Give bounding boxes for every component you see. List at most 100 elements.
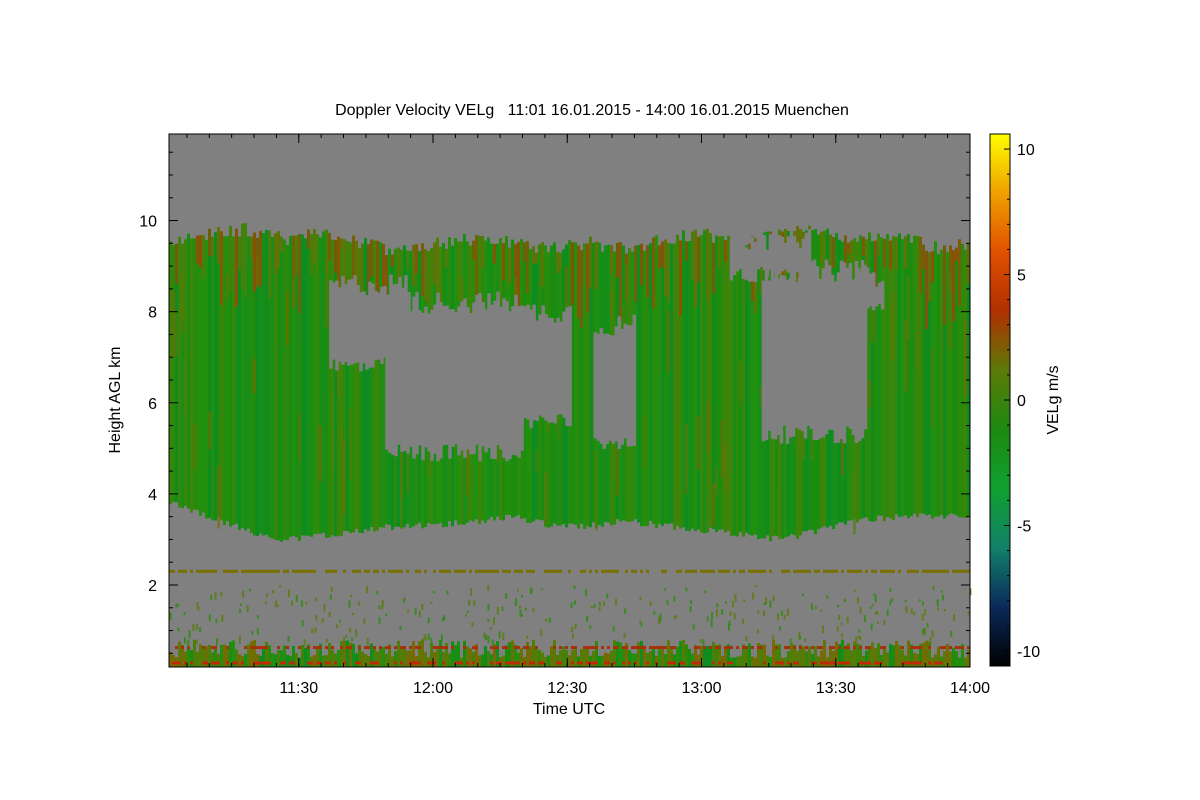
surface-streak [379,646,382,650]
speckle [430,637,433,643]
thin-layer [580,569,583,573]
surface-streak [565,646,568,650]
surface-column [286,654,289,667]
velocity-column [703,229,706,534]
surface-streak [418,646,421,650]
speckle [602,600,605,607]
speckle [466,610,469,613]
surface-column [547,655,550,667]
surface-streak [529,661,532,665]
speckle [690,599,693,605]
surface-streak [328,661,331,665]
speckle [675,615,678,618]
thin-layer [847,569,850,573]
thin-layer [244,569,247,573]
velocity-streak [919,236,922,294]
thin-layer [925,569,928,573]
no-data-gap [786,236,791,273]
surface-streak [205,661,208,665]
thin-layer [607,569,610,573]
velocity-column [913,235,916,514]
no-data-gap [859,272,864,300]
no-data-gap [391,295,395,455]
thin-layer [178,569,181,573]
no-data-gap [773,277,778,440]
no-data-gap [439,301,443,459]
thin-layer [793,569,796,573]
no-data-gap [824,259,829,435]
thin-layer [367,569,370,573]
y-axis-label: Height AGL km [107,346,124,453]
thin-layer [478,569,481,573]
surface-streak [736,646,739,650]
no-data-gap [777,235,782,275]
no-data-gap [789,232,794,280]
surface-streak [331,646,334,650]
thin-layer [508,569,511,573]
no-data-gap [821,268,826,438]
surface-column [295,652,298,667]
velocity-column [658,245,661,524]
speckle [187,639,190,648]
speckle [704,590,707,594]
no-data-gap [436,292,440,462]
colorbar-tick-label: 0 [1017,393,1026,410]
no-data-gap [844,286,849,305]
velocity-streak [577,245,580,318]
surface-streak [640,646,643,650]
thin-layer [856,569,859,573]
no-data-gap [780,236,785,272]
speckle [330,586,333,592]
velocity-streak [646,245,649,298]
speckle [734,594,737,602]
surface-streak [202,646,205,650]
x-tick-label: 12:30 [547,680,587,697]
surface-streak [622,646,625,650]
velocity-column [946,252,949,516]
surface-column [196,651,199,667]
no-data-gap [418,310,422,446]
velocity-streak [847,242,850,254]
speckle [349,627,352,633]
surface-streak [298,646,301,650]
colorbar-tick-label: -10 [1017,644,1040,661]
speckle [649,601,652,606]
no-data-gap [599,400,604,437]
velocity-streak [415,244,418,274]
no-data-gap [767,280,772,431]
surface-streak [226,646,229,650]
speckle [529,587,532,595]
velocity-column [910,242,913,517]
no-data-gap [782,276,787,426]
surface-streak [211,646,214,650]
surface-column [964,657,967,667]
surface-column [451,641,454,667]
velocity-streak [712,483,715,527]
surface-streak [859,661,862,665]
speckle [711,612,714,620]
speckle [612,626,615,632]
no-data-gap [365,295,369,370]
speckle [329,594,332,600]
surface-streak [475,646,478,650]
no-data-gap [800,272,805,432]
no-data-gap [535,320,539,421]
thin-layer [676,569,679,573]
thin-layer [445,569,448,573]
surface-streak [442,646,445,650]
velocity-column [238,236,241,531]
surface-column [478,655,481,667]
no-data-gap [356,285,360,363]
thin-layer [229,569,232,573]
no-data-gap [620,329,625,445]
speckle [664,588,667,591]
speckle [863,615,866,622]
velocity-column [247,236,250,529]
colorbar-tick-label: 5 [1017,268,1026,285]
surface-column [808,646,811,667]
speckle [606,593,609,599]
thin-layer [835,569,838,573]
surface-streak [577,661,580,665]
surface-streak [958,646,961,650]
x-tick-label: 14:00 [950,680,990,697]
